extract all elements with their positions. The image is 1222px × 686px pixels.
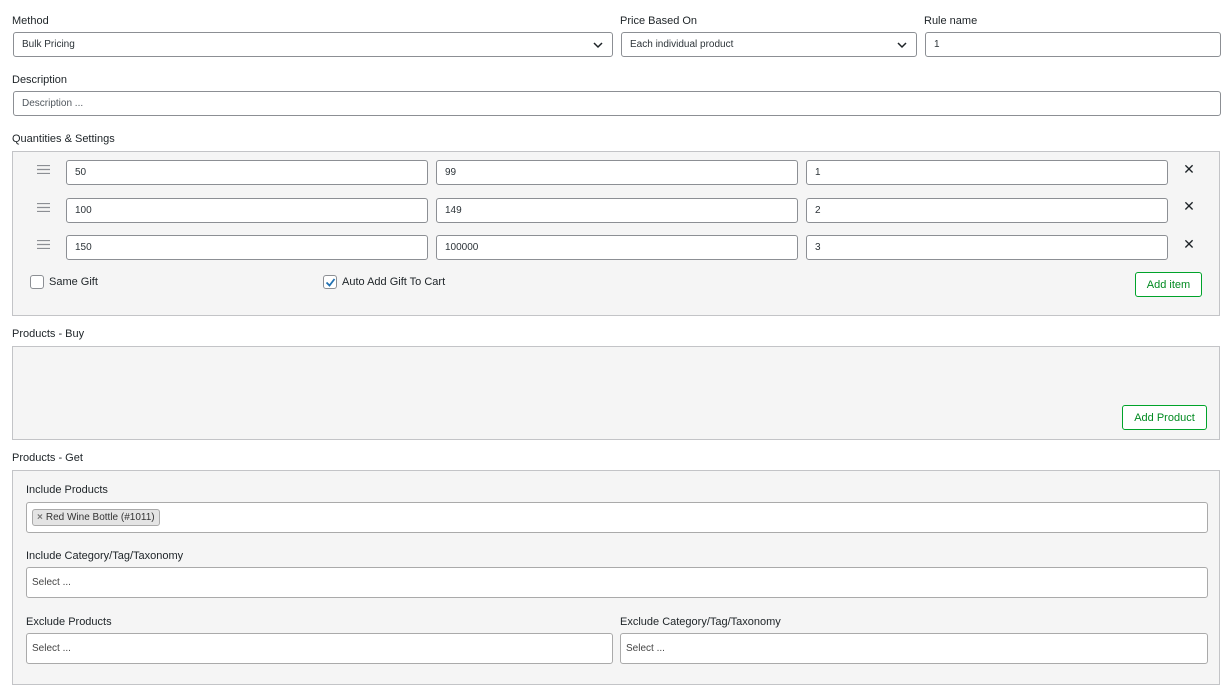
drag-handle-icon[interactable] <box>37 203 50 212</box>
same-gift-label: Same Gift <box>49 276 98 288</box>
products-get-label: Products - Get <box>12 452 83 464</box>
product-chip-label: Red Wine Bottle (#1011) <box>45 512 155 523</box>
remove-row-icon[interactable]: ✕ <box>1182 162 1196 176</box>
auto-add-gift-label: Auto Add Gift To Cart <box>342 276 446 288</box>
quantity-value-value: 3 <box>815 242 821 253</box>
quantity-min-input[interactable]: 100 <box>66 198 428 223</box>
exclude-products-select[interactable]: Select ... <box>26 633 613 664</box>
quantity-max-value: 100000 <box>445 242 479 253</box>
method-value: Bulk Pricing <box>22 39 75 50</box>
method-label: Method <box>12 15 49 27</box>
exclude-products-placeholder: Select ... <box>32 643 71 654</box>
chevron-down-icon <box>593 42 603 49</box>
description-input[interactable]: Description ... <box>13 91 1221 116</box>
price-based-on-select[interactable]: Each individual product <box>621 32 917 57</box>
checkmark-icon <box>325 278 336 287</box>
quantity-value-value: 1 <box>815 167 821 178</box>
chevron-down-icon <box>897 42 907 49</box>
include-products-label: Include Products <box>26 484 108 496</box>
rule-name-label: Rule name <box>924 15 978 27</box>
auto-add-gift-checkbox[interactable] <box>323 275 337 289</box>
include-category-label: Include Category/Tag/Taxonomy <box>26 550 184 562</box>
quantity-max-input[interactable]: 99 <box>436 160 798 185</box>
rule-name-input[interactable]: 1 <box>925 32 1221 57</box>
products-buy-panel: Add Product <box>12 346 1220 440</box>
quantity-value-input[interactable]: 3 <box>806 235 1168 260</box>
rule-name-value: 1 <box>934 39 940 50</box>
price-based-on-value: Each individual product <box>630 39 734 50</box>
quantity-max-input[interactable]: 149 <box>436 198 798 223</box>
add-item-button[interactable]: Add item <box>1135 272 1202 297</box>
quantities-panel: 50 99 1 ✕ 100 149 2 ✕ 150 100000 3 ✕ Sam… <box>12 151 1220 316</box>
quantity-max-value: 149 <box>445 205 462 216</box>
include-products-select[interactable]: × Red Wine Bottle (#1011) <box>26 502 1208 533</box>
exclude-category-placeholder: Select ... <box>626 643 665 654</box>
exclude-products-label: Exclude Products <box>26 616 112 628</box>
price-based-on-label: Price Based On <box>620 15 698 27</box>
quantity-min-input[interactable]: 50 <box>66 160 428 185</box>
products-get-panel: Include Products × Red Wine Bottle (#101… <box>12 470 1220 685</box>
quantity-min-value: 50 <box>75 167 87 178</box>
quantity-max-input[interactable]: 100000 <box>436 235 798 260</box>
quantity-min-input[interactable]: 150 <box>66 235 428 260</box>
quantity-value-input[interactable]: 2 <box>806 198 1168 223</box>
product-chip: × Red Wine Bottle (#1011) <box>32 509 160 526</box>
quantity-max-value: 99 <box>445 167 457 178</box>
quantity-value-input[interactable]: 1 <box>806 160 1168 185</box>
remove-row-icon[interactable]: ✕ <box>1182 237 1196 251</box>
same-gift-checkbox[interactable] <box>30 275 44 289</box>
quantity-min-value: 150 <box>75 242 92 253</box>
include-category-select[interactable]: Select ... <box>26 567 1208 598</box>
exclude-category-label: Exclude Category/Tag/Taxonomy <box>620 616 781 628</box>
remove-chip-icon[interactable]: × <box>37 512 43 523</box>
remove-row-icon[interactable]: ✕ <box>1182 199 1196 213</box>
drag-handle-icon[interactable] <box>37 240 50 249</box>
add-product-button[interactable]: Add Product <box>1122 405 1207 430</box>
method-select[interactable]: Bulk Pricing <box>13 32 613 57</box>
description-placeholder: Description ... <box>22 98 84 109</box>
quantity-min-value: 100 <box>75 205 92 216</box>
exclude-category-select[interactable]: Select ... <box>620 633 1208 664</box>
products-buy-label: Products - Buy <box>12 328 85 340</box>
quantities-label: Quantities & Settings <box>12 133 115 145</box>
quantity-value-value: 2 <box>815 205 821 216</box>
description-label: Description <box>12 74 68 86</box>
drag-handle-icon[interactable] <box>37 165 50 174</box>
include-category-placeholder: Select ... <box>32 577 71 588</box>
